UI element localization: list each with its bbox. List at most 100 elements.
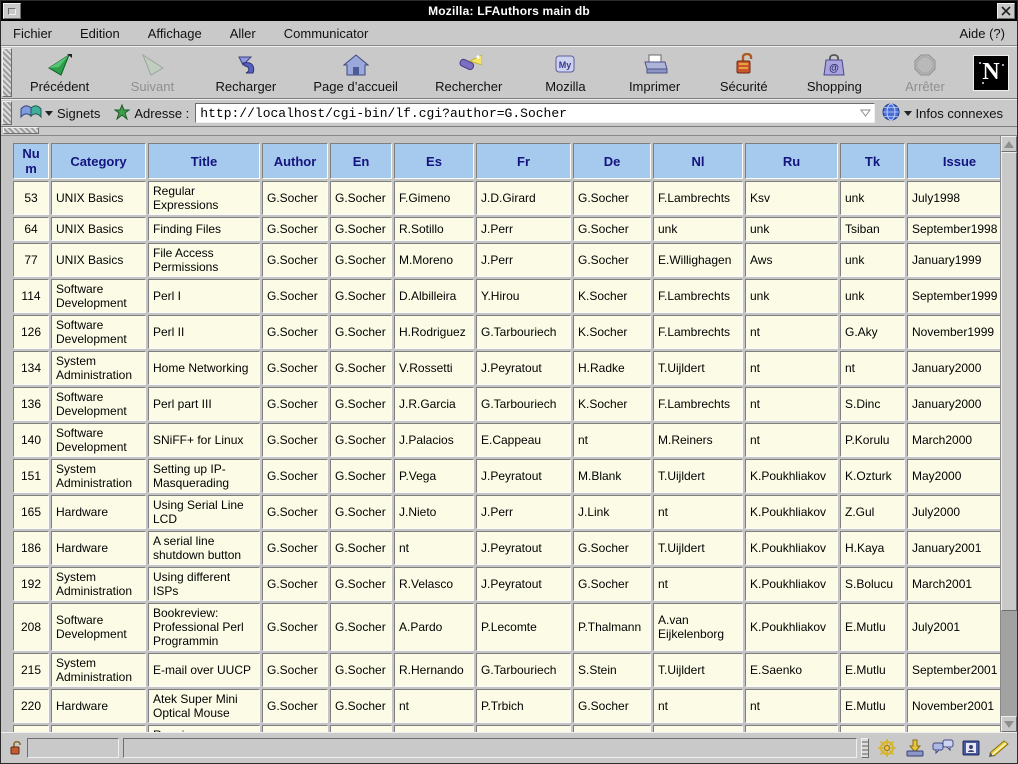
- address-book-icon[interactable]: [957, 737, 985, 759]
- lock-status-icon[interactable]: [5, 737, 27, 759]
- forward-icon: [139, 51, 165, 77]
- scroll-down-icon[interactable]: [1001, 716, 1017, 732]
- back-icon: [47, 51, 73, 77]
- cell-de: G.Socher: [573, 689, 651, 723]
- column-header-category: Category: [51, 143, 146, 179]
- cell-tk: Tsiban: [840, 217, 905, 241]
- personal-toolbar-tab[interactable]: [3, 127, 39, 134]
- cell-ru: nt: [745, 725, 838, 732]
- navigator-icon[interactable]: [873, 737, 901, 759]
- scrollbar-thumb[interactable]: [1001, 152, 1017, 611]
- cell-issue: January1999: [907, 243, 1000, 277]
- cell-nl: nt: [653, 689, 743, 723]
- svg-text:My: My: [559, 60, 572, 70]
- menu-communicator[interactable]: Communicator: [282, 24, 371, 43]
- cell-fr: J.Perr: [476, 243, 571, 277]
- cell-en: G.Socher: [330, 423, 392, 457]
- mailbox-icon[interactable]: [901, 737, 929, 759]
- cell-en: G.Socher: [330, 653, 392, 687]
- toolbar-grip[interactable]: [2, 48, 12, 97]
- cell-title: File Access Permissions: [148, 243, 260, 277]
- window-menu-icon[interactable]: [3, 3, 21, 19]
- cell-en: G.Socher: [330, 495, 392, 529]
- cell-nl: F.Lambrechts: [653, 387, 743, 421]
- related-info-button[interactable]: Infos connexes: [881, 102, 1009, 125]
- mozilla-icon: My: [552, 51, 578, 77]
- home-icon: [343, 51, 369, 77]
- cell-issue: January2000: [907, 351, 1000, 385]
- cell-ru: K.Poukhliakov: [745, 531, 838, 565]
- cell-nl: T.Uijldert: [653, 653, 743, 687]
- component-bar-grip[interactable]: [861, 738, 869, 758]
- composer-icon[interactable]: [985, 737, 1013, 759]
- cell-category: Software Development: [51, 603, 146, 651]
- table-row: 186HardwareA serial line shutdown button…: [13, 531, 1000, 565]
- cell-fr: J.Perr: [476, 217, 571, 241]
- menu-aller[interactable]: Aller: [228, 24, 258, 43]
- cell-category: Software Development: [51, 387, 146, 421]
- discussions-icon[interactable]: [929, 737, 957, 759]
- cell-issue: January2001: [907, 531, 1000, 565]
- menu-affichage[interactable]: Affichage: [146, 24, 204, 43]
- cell-category: System Administration: [51, 351, 146, 385]
- print-button[interactable]: Imprimer: [623, 49, 687, 96]
- cell-en: G.Socher: [330, 603, 392, 651]
- cell-fr: G.Tarbouriech: [476, 315, 571, 349]
- cell-en: G.Socher: [330, 181, 392, 215]
- cell-author: G.Socher: [262, 495, 328, 529]
- reload-button[interactable]: Recharger: [210, 49, 283, 96]
- stop-icon: [912, 51, 938, 77]
- table-row: 126Software DevelopmentPerl IIG.SocherG.…: [13, 315, 1000, 349]
- cell-tk: unk: [840, 243, 905, 277]
- column-header-num: Num: [13, 143, 49, 179]
- cell-author: G.Socher: [262, 351, 328, 385]
- close-icon[interactable]: [997, 3, 1015, 19]
- home-button-label: Page d’accueil: [313, 79, 398, 94]
- browser-content: NumCategoryTitleAuthorEnEsFrDeNlRuTkIssu…: [1, 136, 1017, 732]
- cell-num: 77: [13, 243, 49, 277]
- cell-ru: E.Saenko: [745, 653, 838, 687]
- menu-edition[interactable]: Edition: [78, 24, 122, 43]
- cell-fr: nt: [476, 725, 571, 732]
- cell-tk: S.Dinc: [840, 387, 905, 421]
- cell-title: Using Serial Line LCD: [148, 495, 260, 529]
- search-button[interactable]: Rechercher: [429, 49, 508, 96]
- cell-author: G.Socher: [262, 689, 328, 723]
- cell-category: UNIX Basics: [51, 725, 146, 732]
- home-button[interactable]: Page d’accueil: [307, 49, 404, 96]
- cell-num: 126: [13, 315, 49, 349]
- url-input[interactable]: [200, 104, 857, 122]
- bookmarks-menu[interactable]: Signets: [57, 106, 100, 121]
- cell-es: D.Albilleira: [394, 279, 474, 313]
- table-header-row: NumCategoryTitleAuthorEnEsFrDeNlRuTkIssu…: [13, 143, 1000, 179]
- security-button[interactable]: Sécurité: [712, 49, 776, 96]
- authors-table: NumCategoryTitleAuthorEnEsFrDeNlRuTkIssu…: [11, 141, 1000, 732]
- url-dropdown-icon[interactable]: [858, 104, 874, 122]
- cell-de: G.Socher: [573, 567, 651, 601]
- cell-tk: E.Mutlu: [840, 653, 905, 687]
- scroll-up-icon[interactable]: [1001, 136, 1017, 152]
- scrollbar-track[interactable]: [1001, 611, 1017, 716]
- cell-author: G.Socher: [262, 315, 328, 349]
- netscape-logo[interactable]: N: [973, 55, 1009, 91]
- cell-author: G.Socher: [262, 387, 328, 421]
- cell-issue: March2001: [907, 567, 1000, 601]
- cell-es: J.Nieto: [394, 495, 474, 529]
- cell-num: 165: [13, 495, 49, 529]
- locationbar-grip[interactable]: [2, 101, 12, 125]
- table-row: 77UNIX BasicsFile Access PermissionsG.So…: [13, 243, 1000, 277]
- reload-button-label: Recharger: [216, 79, 277, 94]
- cell-issue: September1999: [907, 279, 1000, 313]
- menu-fichier[interactable]: Fichier: [11, 24, 54, 43]
- menu-aide[interactable]: Aide (?): [957, 24, 1007, 43]
- vertical-scrollbar[interactable]: [1000, 136, 1017, 732]
- shopping-button[interactable]: @ Shopping: [801, 49, 868, 96]
- cell-tk: nt: [840, 725, 905, 732]
- cell-ru: Ksv: [745, 181, 838, 215]
- forward-button[interactable]: Suivant: [120, 49, 184, 96]
- cell-ru: Aws: [745, 243, 838, 277]
- stop-button[interactable]: Arrêter: [893, 49, 957, 96]
- mozilla-button[interactable]: My Mozilla: [533, 49, 597, 96]
- back-button[interactable]: Précédent: [24, 49, 95, 96]
- cell-title: Perl part III: [148, 387, 260, 421]
